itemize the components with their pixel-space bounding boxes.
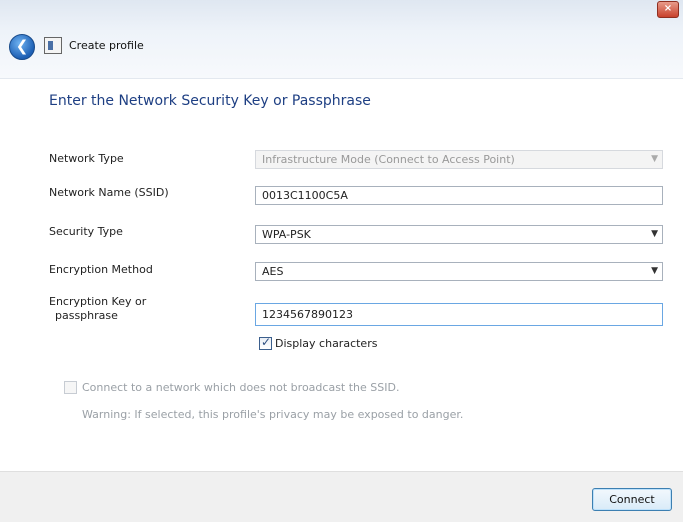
network-name-field[interactable]: 0013C1100C5A — [255, 186, 663, 205]
encryption-key-label-line1: Encryption Key or — [49, 295, 147, 308]
chevron-down-icon: ▼ — [651, 154, 658, 164]
display-characters-checkbox[interactable] — [259, 335, 272, 350]
network-type-value: Infrastructure Mode (Connect to Access P… — [262, 153, 515, 166]
close-icon: × — [663, 3, 673, 14]
encryption-method-value: AES — [262, 265, 284, 278]
security-type-value: WPA-PSK — [262, 228, 311, 241]
network-name-label: Network Name (SSID) — [49, 186, 169, 199]
encryption-key-field[interactable]: 1234567890123 — [255, 303, 663, 326]
display-characters-label: Display characters — [275, 337, 378, 350]
profile-icon — [44, 37, 62, 54]
privacy-warning-text: Warning: If selected, this profile's pri… — [82, 408, 464, 421]
footer-bar — [0, 471, 683, 522]
hidden-network-label: Connect to a network which does not broa… — [82, 381, 400, 394]
security-type-select[interactable]: WPA-PSK ▼ — [255, 225, 663, 244]
security-type-label: Security Type — [49, 225, 123, 238]
network-type-select: Infrastructure Mode (Connect to Access P… — [255, 150, 663, 169]
close-button[interactable]: × — [657, 1, 679, 18]
back-button[interactable]: ❮ — [9, 34, 35, 60]
encryption-method-label: Encryption Method — [49, 263, 153, 276]
window-title: Create profile — [69, 39, 144, 52]
chevron-down-icon: ▼ — [651, 229, 658, 239]
title-bar: × ❮ Create profile — [0, 0, 683, 79]
connect-button[interactable]: Connect — [592, 488, 672, 511]
encryption-key-label-line2: passphrase — [55, 309, 118, 322]
hidden-network-checkbox[interactable] — [64, 381, 77, 394]
chevron-down-icon: ▼ — [651, 266, 658, 276]
encryption-method-select[interactable]: AES ▼ — [255, 262, 663, 281]
network-type-label: Network Type — [49, 152, 124, 165]
page-heading: Enter the Network Security Key or Passph… — [49, 93, 371, 109]
back-arrow-icon: ❮ — [15, 37, 29, 55]
